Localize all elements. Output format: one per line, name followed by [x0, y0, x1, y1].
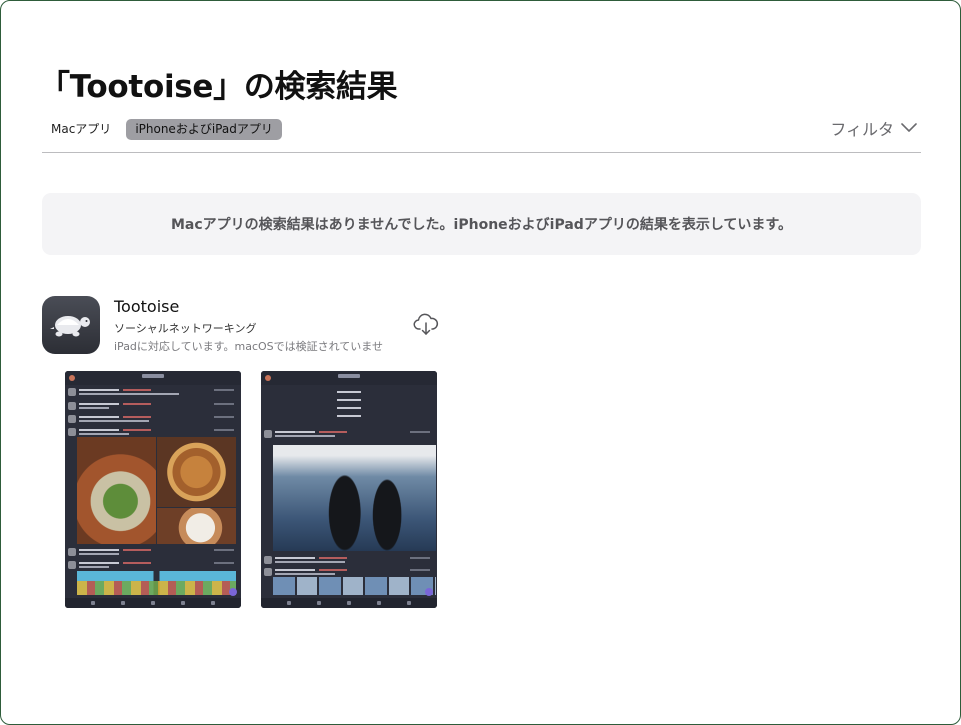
screenshot-tabbar — [65, 598, 241, 608]
screenshot-photo-pizza — [157, 437, 236, 507]
app-screenshot-2[interactable] — [261, 371, 437, 608]
tab-mac-apps[interactable]: Macアプリ — [42, 119, 120, 140]
screenshot-post — [68, 387, 236, 399]
screenshot-navbar — [65, 371, 241, 385]
cloud-download-icon — [413, 313, 439, 335]
header-divider — [42, 152, 921, 153]
filter-label: フィルタ — [830, 120, 894, 139]
screenshot-post — [68, 547, 236, 559]
tab-iphone-ipad-apps[interactable]: iPhoneおよびiPadアプリ — [126, 119, 282, 140]
screenshot-post — [264, 555, 432, 567]
chevron-down-icon — [901, 123, 917, 132]
screenshot-navbar — [261, 371, 437, 385]
screenshot-compose-icon — [229, 588, 237, 596]
turtle-icon — [50, 316, 90, 337]
screenshot-photo-penguins — [273, 445, 436, 551]
app-category: ソーシャルネットワーキング — [114, 322, 257, 335]
app-compatibility: iPadに対応しています。macOSでは検証されていませ — [114, 340, 383, 353]
screenshot-post — [264, 429, 432, 441]
screenshot-dropdown-menu — [319, 385, 379, 419]
screenshot-photo-dish — [157, 508, 236, 544]
screenshot-tabbar — [261, 598, 437, 608]
platform-tabs: Macアプリ iPhoneおよびiPadアプリ — [42, 119, 282, 140]
notice-text: Macアプリの検索結果はありませんでした。iPhoneおよびiPadアプリの結果… — [171, 217, 792, 233]
screenshot-photo-strip — [273, 577, 436, 595]
search-result-item[interactable]: Tootoise ソーシャルネットワーキング iPadに対応しています。macO… — [42, 296, 462, 356]
screenshot-post — [68, 414, 236, 426]
app-icon[interactable] — [42, 296, 100, 354]
screenshot-photo-banner — [77, 571, 236, 595]
app-name[interactable]: Tootoise — [114, 297, 179, 316]
app-screenshot-1[interactable] — [65, 371, 241, 608]
app-store-window: 「Tootoise」の検索結果 Macアプリ iPhoneおよびiPadアプリ … — [0, 0, 961, 725]
screenshot-photo-salad — [77, 437, 156, 544]
no-results-notice: Macアプリの検索結果はありませんでした。iPhoneおよびiPadアプリの結果… — [42, 193, 921, 255]
screenshot-post — [68, 401, 236, 413]
download-button[interactable] — [413, 313, 439, 341]
screenshot-compose-icon — [425, 588, 433, 596]
filter-button[interactable]: フィルタ — [830, 116, 918, 140]
page-title: 「Tootoise」の検索結果 — [39, 69, 398, 105]
